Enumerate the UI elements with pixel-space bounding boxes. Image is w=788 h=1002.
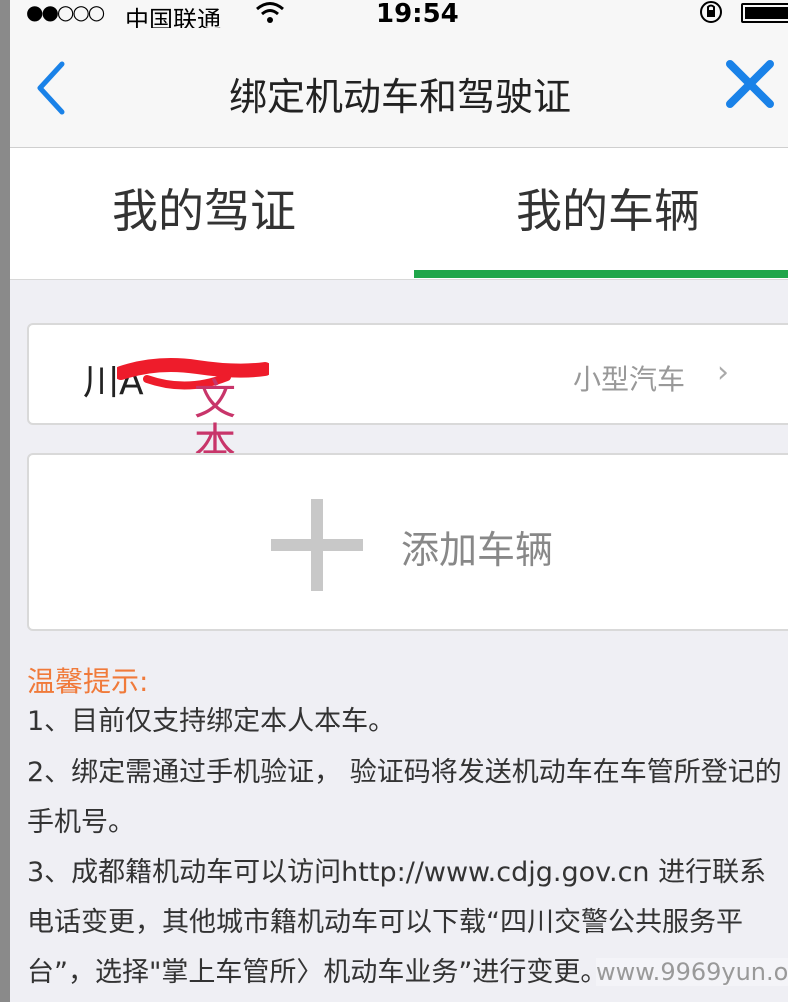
- wifi-icon: [255, 0, 285, 30]
- tab-my-license[interactable]: 我的驾证: [10, 148, 398, 280]
- vehicle-card[interactable]: 川A 小型汽车 ›: [27, 323, 788, 425]
- add-vehicle-label: 添加车辆: [401, 528, 554, 572]
- tab-my-vehicles[interactable]: 我的车辆: [414, 148, 788, 280]
- screen-edge: [0, 0, 10, 1002]
- tip-item: 2、绑定需通过手机验证， 验证码将发送机动车在车管所登记的手机号。: [27, 757, 782, 838]
- close-icon[interactable]: [722, 56, 782, 116]
- plus-icon: [271, 499, 363, 591]
- add-vehicle-button[interactable]: 添加车辆: [27, 453, 788, 631]
- watermark: www.9969yun.org: [596, 958, 788, 986]
- tab-bar: 我的驾证 我的车辆: [10, 148, 788, 280]
- battery-icon: [741, 3, 788, 23]
- nav-bar: 绑定机动车和驾驶证: [10, 28, 788, 148]
- tip-item: 1、目前仅支持绑定本人本车。: [27, 706, 396, 737]
- vehicle-type: 小型汽车: [573, 363, 686, 396]
- chevron-right-icon: ›: [717, 355, 729, 390]
- back-icon[interactable]: [32, 58, 72, 118]
- status-time: 19:54: [376, 0, 459, 29]
- tips-title: 温馨提示:: [27, 665, 149, 698]
- active-tab-indicator: [414, 270, 788, 278]
- rotation-lock-icon: [698, 0, 726, 30]
- page-title: 绑定机动车和驾驶证: [228, 75, 571, 119]
- status-bar: ●●○○○ 中国联通 19:54: [10, 0, 788, 34]
- signal-strength: ●●○○○: [26, 0, 105, 24]
